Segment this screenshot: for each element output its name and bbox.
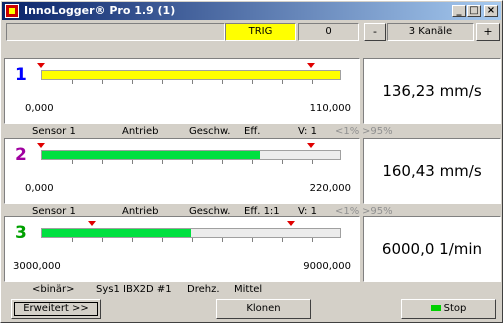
status-field	[6, 23, 225, 41]
min-marker-icon[interactable]	[88, 221, 96, 226]
level-bar	[41, 228, 341, 242]
scale-tick	[312, 238, 313, 242]
level-bar	[41, 150, 341, 164]
maximize-button[interactable]: □	[467, 5, 481, 17]
info-v: V: 1	[298, 126, 317, 137]
scale-tick	[222, 80, 223, 84]
scale-tick	[102, 238, 103, 242]
scale-tick	[222, 238, 223, 242]
scale-tick	[192, 238, 193, 242]
scale-tick	[282, 80, 283, 84]
scale-tick	[252, 160, 253, 164]
channel-3-panel[interactable]: 3 3000,000 9000,000	[4, 216, 360, 282]
channel-3-value: 6000,0 1/min	[363, 216, 501, 282]
trig-indicator[interactable]: TRIG	[225, 23, 296, 41]
plus-button[interactable]: +	[476, 23, 500, 41]
scale-tick	[192, 160, 193, 164]
scale-tick	[162, 80, 163, 84]
channel-1-value: 136,23 mm/s	[363, 58, 501, 124]
range-min: 0,000	[25, 103, 54, 114]
scale-tick	[162, 238, 163, 242]
channel-3-info: <binär> Sys1 IBX2D #1 Drehz. Mittel	[4, 283, 501, 297]
scale-tick	[282, 160, 283, 164]
level-bar-fill	[42, 229, 191, 237]
scale-tick	[192, 80, 193, 84]
scale-tick	[162, 160, 163, 164]
trig-count: 0	[298, 23, 359, 41]
clone-button[interactable]: Klonen	[216, 299, 311, 319]
min-marker-icon[interactable]	[37, 143, 45, 148]
info-type: Sys1 IBX2D #1	[96, 284, 172, 295]
channel-number: 3	[15, 223, 27, 243]
level-bar	[41, 70, 341, 84]
scale-tick	[72, 238, 73, 242]
max-marker-icon[interactable]	[307, 63, 315, 68]
channel-number: 2	[15, 145, 27, 165]
scale-tick	[252, 80, 253, 84]
info-hi: >95%	[362, 126, 393, 137]
scale-tick	[252, 238, 253, 242]
level-bar-fill	[42, 151, 260, 159]
stop-button[interactable]: Stop	[401, 299, 496, 319]
channel-2-value: 160,43 mm/s	[363, 138, 501, 204]
range-min: 3000,000	[13, 261, 61, 272]
scale-tick	[72, 160, 73, 164]
scale-tick	[312, 160, 313, 164]
scale-tick	[132, 238, 133, 242]
close-button[interactable]: ×	[484, 5, 498, 17]
max-marker-icon[interactable]	[287, 221, 295, 226]
max-marker-icon[interactable]	[307, 143, 315, 148]
scale-tick	[102, 160, 103, 164]
scale-tick	[102, 80, 103, 84]
advanced-button[interactable]: Erweitert >>	[11, 299, 101, 319]
channel-1-info: Sensor 1 Antrieb Geschw. Eff. V: 1 <1% >…	[4, 125, 501, 139]
info-measure: Geschw.	[189, 126, 231, 137]
scale-tick	[282, 238, 283, 242]
range-max: 110,000	[309, 103, 351, 114]
scale-tick	[222, 160, 223, 164]
info-type: Antrieb	[122, 126, 159, 137]
info-measure: Drehz.	[187, 284, 220, 295]
stop-label: Stop	[443, 303, 467, 314]
range-max: 9000,000	[303, 261, 351, 272]
info-sensor: <binär>	[32, 284, 75, 295]
channel-count: 3 Kanäle	[387, 23, 474, 41]
min-marker-icon[interactable]	[37, 63, 45, 68]
scale-tick	[312, 80, 313, 84]
toolbar: TRIG 0 - 3 Kanäle +	[2, 21, 501, 43]
channel-1-panel[interactable]: 1 0,000 110,000	[4, 58, 360, 124]
status-led-icon	[430, 305, 441, 311]
title-bar: InnoLogger® Pro 1.9 (1) _ □ ×	[2, 2, 501, 20]
channel-number: 1	[15, 65, 27, 85]
window-title: InnoLogger® Pro 1.9 (1)	[24, 4, 176, 17]
info-mode: Eff.	[244, 126, 261, 137]
scale-tick	[132, 160, 133, 164]
range-max: 220,000	[309, 183, 351, 194]
scale-tick	[132, 80, 133, 84]
minus-button[interactable]: -	[364, 23, 386, 41]
app-icon	[5, 4, 19, 18]
minimize-button[interactable]: _	[452, 5, 466, 17]
main-window: InnoLogger® Pro 1.9 (1) _ □ × TRIG 0 - 3…	[0, 0, 503, 323]
range-min: 0,000	[25, 183, 54, 194]
info-sensor: Sensor 1	[32, 126, 76, 137]
scale-tick	[72, 80, 73, 84]
info-mode: Mittel	[234, 284, 263, 295]
level-bar-fill	[42, 71, 340, 79]
info-lo: <1%	[335, 126, 360, 137]
channel-2-panel[interactable]: 2 0,000 220,000	[4, 138, 360, 204]
